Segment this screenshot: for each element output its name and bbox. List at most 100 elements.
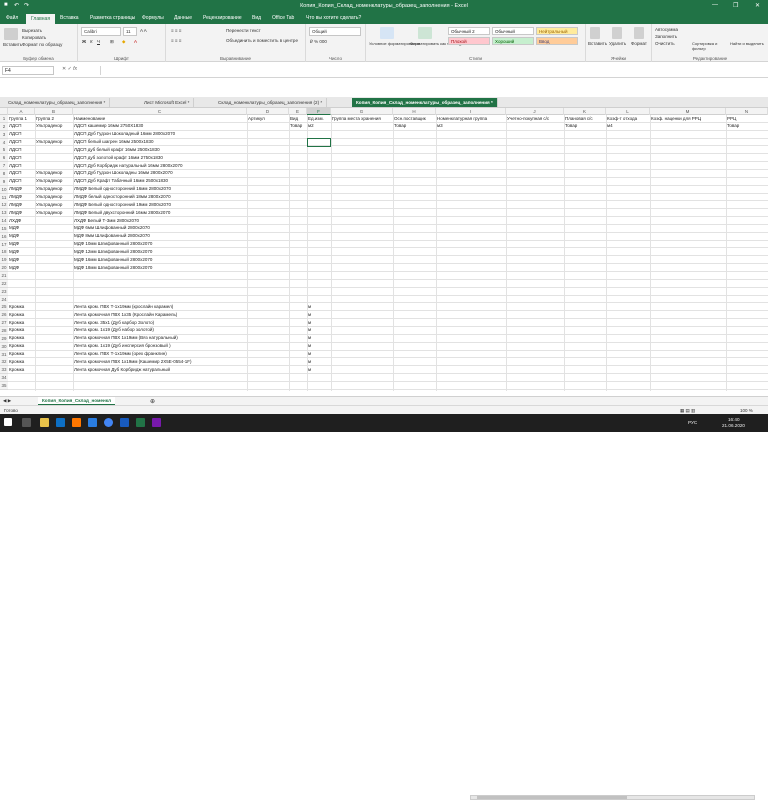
cell[interactable]: Кромка — [9, 311, 24, 319]
cell[interactable]: Лента кромочная ПВХ 1х19мм (Вяз натураль… — [74, 334, 178, 342]
horizontal-scrollbar[interactable] — [470, 795, 755, 800]
style-bad[interactable]: Плохой — [448, 37, 490, 45]
cell[interactable]: Кромка — [9, 326, 24, 334]
excel-icon[interactable] — [136, 418, 145, 427]
cell[interactable]: ЛХДФ Белый Т-3мм 2800х2070 — [74, 217, 139, 225]
wrap-text-button[interactable]: Перенести текст — [226, 28, 261, 33]
font-name-select[interactable]: Calibri — [81, 27, 121, 36]
cell[interactable]: ЛМДФ белый односторонний 18мм 2800х2070 — [74, 193, 171, 201]
workbook-tab-3[interactable]: Склад_номенклатуры_образец_заполнения (2… — [214, 98, 328, 107]
cell[interactable]: Кромка — [9, 342, 24, 350]
cell[interactable]: ЛМДФ — [9, 209, 22, 217]
cell[interactable]: м3 — [437, 122, 443, 130]
tab-insert[interactable]: Вставка — [60, 15, 79, 21]
tab-page-layout[interactable]: Разметка страницы — [90, 15, 135, 21]
row-header[interactable]: 9 — [0, 177, 8, 186]
bold-icon[interactable]: Ж — [82, 39, 86, 44]
worksheet-grid[interactable]: 1 Группа 1 Группа 2 Наименование Артикул Вид Е… — [0, 115, 768, 391]
style-input[interactable]: Ввод — [536, 37, 578, 45]
row-header[interactable]: 13 — [0, 209, 8, 218]
cell[interactable]: Ультрадекор — [36, 193, 62, 201]
cell[interactable]: МДФ — [9, 224, 19, 232]
row-header[interactable]: 26 — [0, 311, 8, 320]
sheet-nav-icon[interactable]: ◀ ▶ — [3, 398, 11, 404]
cell[interactable]: МДФ 6мм Шлифованный 2800х2070 — [74, 224, 150, 232]
cell[interactable]: ЛМДФ — [9, 185, 22, 193]
style-neutral[interactable]: Нейтральный — [536, 27, 578, 35]
cut-button[interactable]: Вырезать — [22, 28, 42, 33]
cell[interactable]: м4 — [607, 122, 613, 130]
cell[interactable]: м — [308, 311, 311, 319]
row-header[interactable]: 16 — [0, 232, 8, 241]
cell[interactable]: ЛДСП белый шагрен 16мм 2500х1830 — [74, 138, 153, 146]
column-header-a[interactable]: A — [8, 108, 35, 115]
cell[interactable]: ЛДСП Дуб Корбридж натуральный 16мм 2800х… — [74, 162, 183, 170]
cell[interactable]: Товар — [290, 122, 302, 130]
cell[interactable]: МДФ — [9, 264, 19, 272]
conditional-format-icon[interactable] — [380, 27, 394, 39]
row-header[interactable]: 23 — [0, 287, 8, 296]
style-normal[interactable]: Обычный — [492, 27, 534, 35]
autosum-button[interactable]: Автосумма — [655, 27, 678, 32]
cell[interactable]: ЛДСП Дуб Гудзон Шоколадный 16мм 2800х207… — [74, 130, 175, 138]
minimize-icon[interactable]: — — [712, 2, 718, 8]
cell[interactable]: Ультрадекор — [36, 169, 62, 177]
format-cells-button[interactable]: Формат — [631, 41, 647, 46]
merge-center-button[interactable]: Объединить и поместить в центре — [226, 38, 298, 43]
cell[interactable]: МДФ 10мм Шлифованный 2800х2070 — [74, 240, 152, 248]
row-header[interactable]: 6 — [0, 154, 8, 163]
cell[interactable]: ЛДСП — [9, 138, 22, 146]
cell[interactable]: МДФ 12мм Шлифованный 2800х2070 — [74, 248, 152, 256]
row-header[interactable]: 21 — [0, 272, 8, 280]
row-header[interactable]: 34 — [0, 374, 8, 383]
style-good[interactable]: Хороший — [492, 37, 534, 45]
align-top-icon[interactable]: ≡ ≡ ≡ — [171, 28, 181, 33]
row-header[interactable]: 35 — [0, 381, 8, 390]
column-header-n[interactable]: N — [726, 108, 768, 115]
cell[interactable]: Лента кром. ПВХ Т-1х19мм (крослайн карам… — [74, 303, 173, 311]
cell[interactable]: ЛМДФ — [9, 193, 22, 201]
copy-button[interactable]: Копировать — [22, 35, 46, 40]
tab-data[interactable]: Данные — [174, 15, 192, 21]
fill-color-icon[interactable]: ◆ — [122, 39, 125, 45]
row-header[interactable]: 18 — [0, 248, 8, 257]
cell[interactable]: Лента кром. 1х19 (Дуб набор золотой) — [74, 326, 154, 334]
cell[interactable]: ЛДСП дуб белый крафт 16мм 2500х1830 — [74, 146, 160, 154]
formula-input[interactable] — [100, 66, 766, 75]
maximize-icon[interactable]: ❐ — [733, 2, 738, 9]
column-header-k[interactable]: K — [564, 108, 606, 115]
cell[interactable]: Ультрадекор — [36, 209, 62, 217]
clear-button[interactable]: Очистить — [655, 41, 675, 46]
cell[interactable]: МДФ 8мм Шлифованный 2800х2070 — [74, 232, 150, 240]
column-header-d[interactable]: D — [247, 108, 289, 115]
italic-icon[interactable]: К — [90, 39, 93, 44]
cell[interactable]: Номенклатурная группа — [437, 115, 487, 123]
cell[interactable]: ЛДСП — [9, 162, 22, 170]
sheet-tab[interactable]: Копия_Копия_Склад_номенкл — [38, 397, 116, 405]
row-header[interactable]: 32 — [0, 358, 8, 367]
clock-date[interactable]: 21.06.2020 — [722, 423, 745, 428]
cell[interactable]: Ультрадекор — [36, 177, 62, 185]
cell[interactable]: м — [308, 358, 311, 366]
cell[interactable]: Ультрадекор — [36, 201, 62, 209]
font-grow-icon[interactable]: A A — [140, 28, 147, 33]
cell[interactable]: ЛДСП — [9, 146, 22, 154]
row-header[interactable]: 19 — [0, 256, 8, 265]
cell[interactable]: Группа места хранения — [332, 115, 381, 123]
language-indicator[interactable]: РУС — [688, 420, 697, 425]
active-cell-f4[interactable] — [307, 138, 331, 147]
cell[interactable]: м — [308, 334, 311, 342]
cell[interactable]: ЛМДФ Белый двухсторонний 16мм 2800х2070 — [74, 209, 170, 217]
cell[interactable]: ЛДСП — [9, 177, 22, 185]
row-header[interactable]: 12 — [0, 201, 8, 210]
tab-view[interactable]: Вид — [252, 15, 261, 21]
cell[interactable]: Лента кромочная Дуб Корбридж натуральный — [74, 366, 170, 374]
cell[interactable]: ЛДСП Дуб Крафт Табачный 16мм 2500х1830 — [74, 177, 168, 185]
workbook-tab-2[interactable]: Лист Microsoft Excel * — [140, 98, 195, 107]
row-header[interactable]: 14 — [0, 217, 8, 226]
cell[interactable]: МДФ — [9, 232, 19, 240]
column-header-m[interactable]: M — [650, 108, 726, 115]
column-header-f[interactable]: F — [307, 108, 331, 115]
name-box[interactable]: F4 — [2, 66, 54, 75]
cell[interactable]: Лента кромочная ПВХ 1х35 (Крослайн Карам… — [74, 311, 177, 319]
